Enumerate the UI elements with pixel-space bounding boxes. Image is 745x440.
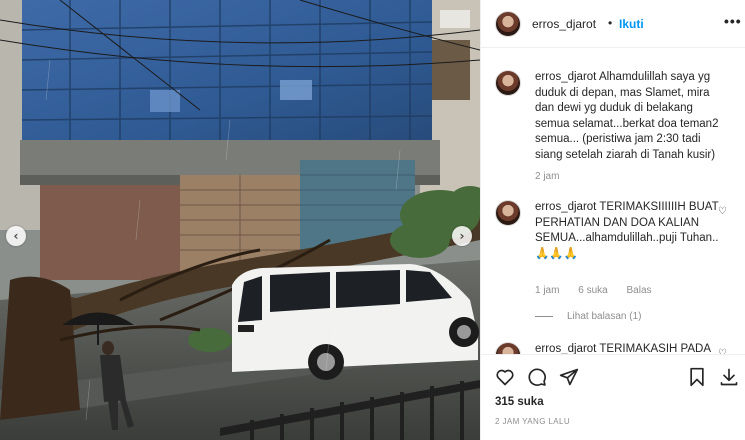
comments-section: erros_djarot Alhamdulillah saya yg duduk… <box>481 48 745 354</box>
post-timestamp[interactable]: 2 JAM YANG LALU <box>495 417 570 426</box>
paper-plane-icon[interactable] <box>559 367 579 387</box>
reply-button[interactable]: Balas <box>626 285 651 296</box>
post-header: erros_djarot • Ikuti ••• <box>481 0 745 48</box>
caption-meta: 2 jam <box>535 171 575 182</box>
avatar[interactable] <box>495 11 521 37</box>
chevron-right-icon[interactable]: › <box>452 226 472 246</box>
avatar[interactable] <box>495 70 521 96</box>
avatar[interactable] <box>495 200 521 226</box>
replies-divider <box>535 315 553 317</box>
comment-meta: 1 jam 6 suka Balas <box>535 285 668 296</box>
comment-likes[interactable]: 6 suka <box>578 285 607 296</box>
comment-body: TERIMAKASIH PADA <box>599 343 711 354</box>
follow-button[interactable]: Ikuti <box>619 17 644 31</box>
comment-text: erros_djarot TERIMAKASIH PADA <box>535 342 725 354</box>
avatar[interactable] <box>495 342 521 354</box>
view-replies-button[interactable]: Lihat balasan (1) <box>535 311 642 322</box>
comment-username[interactable]: erros_djarot <box>535 343 596 354</box>
like-count[interactable]: 315 suka <box>495 396 544 408</box>
caption-body: Alhamdulillah saya yg duduk di depan, ma… <box>535 71 719 161</box>
more-options-icon[interactable]: ••• <box>724 13 742 29</box>
bookmark-icon[interactable] <box>687 367 707 387</box>
post-photo: ‹ › <box>0 0 480 440</box>
caption-username[interactable]: erros_djarot <box>535 71 596 83</box>
comment-icon[interactable] <box>527 367 547 387</box>
post-actions: 315 suka 2 JAM YANG LALU <box>481 354 745 440</box>
view-replies-label[interactable]: Lihat balasan (1) <box>567 311 642 322</box>
post-side-panel: erros_djarot • Ikuti ••• erros_djarot Al… <box>480 0 745 440</box>
header-username[interactable]: erros_djarot <box>532 17 596 31</box>
download-icon[interactable] <box>719 367 739 387</box>
caption-time[interactable]: 2 jam <box>535 171 559 182</box>
comment-text: erros_djarot TERIMAKSIIIIIIH BUAT PERHAT… <box>535 200 725 262</box>
heart-icon[interactable] <box>495 367 515 387</box>
separator-dot: • <box>608 16 613 30</box>
comment-time[interactable]: 1 jam <box>535 285 559 296</box>
chevron-left-icon[interactable]: ‹ <box>6 226 26 246</box>
comment-username[interactable]: erros_djarot <box>535 201 596 213</box>
street-scene-image <box>0 0 480 440</box>
caption-text: erros_djarot Alhamdulillah saya yg duduk… <box>535 70 725 163</box>
comment-like-heart-icon[interactable]: ♡ <box>718 206 727 217</box>
